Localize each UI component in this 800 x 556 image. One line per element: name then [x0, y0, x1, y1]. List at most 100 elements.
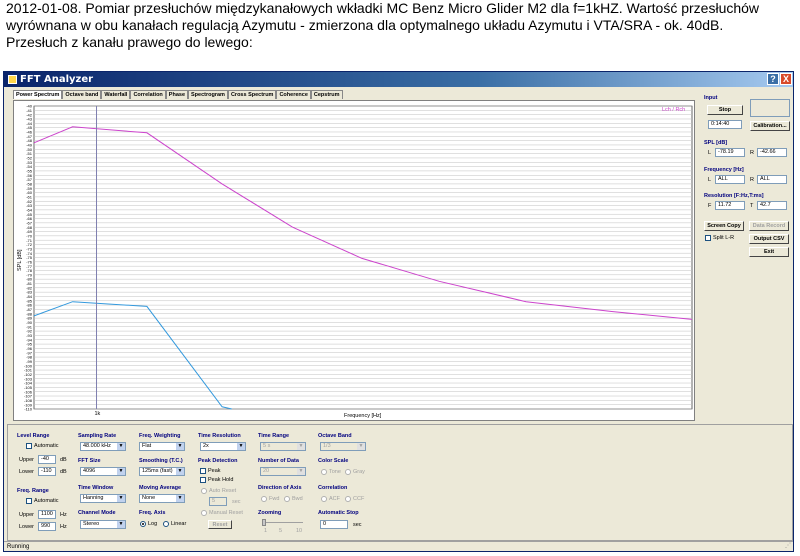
freq-r-label: R: [750, 177, 754, 183]
freq-axis-log-radio[interactable]: [140, 521, 146, 527]
data-record-button[interactable]: Data Record: [749, 221, 789, 231]
window-title: FFT Analyzer: [20, 74, 94, 85]
chevron-down-icon: ▼: [117, 443, 125, 450]
y-tick-label: -110: [24, 407, 32, 412]
correlation-header: Correlation: [318, 485, 348, 491]
tab-octave-band[interactable]: Octave band: [62, 90, 102, 99]
fft-size-value: 4096: [83, 468, 96, 474]
chevron-down-icon: ▼: [176, 495, 184, 502]
level-lower-input[interactable]: -110: [38, 467, 56, 476]
automatic-stop-unit: sec: [353, 522, 362, 528]
tab-correlation[interactable]: Correlation: [130, 90, 166, 99]
time-window-select[interactable]: Hanning ▼: [80, 494, 126, 503]
split-lr-checkbox[interactable]: [705, 235, 711, 241]
sampling-rate-select[interactable]: 48.000 kHz ▼: [80, 442, 126, 451]
title-bar[interactable]: FFT Analyzer: [4, 72, 793, 87]
app-icon: [8, 75, 17, 84]
tab-power-spectrum[interactable]: Power Spectrum: [13, 90, 63, 99]
auto-reset-input[interactable]: 5: [209, 497, 227, 506]
peak-hold-checkbox[interactable]: [200, 477, 206, 483]
input-indicator: [750, 99, 790, 117]
calibration-button[interactable]: Calibration...: [750, 121, 790, 131]
tab-coherence[interactable]: Coherence: [276, 90, 311, 99]
res-f-value: 11.72: [715, 201, 745, 210]
freq-upper-unit: Hz: [60, 512, 67, 518]
level-upper-input[interactable]: -40: [38, 455, 56, 464]
moving-average-value: None: [142, 495, 156, 501]
direction-bwd-label: Bwd: [292, 496, 303, 502]
time-resolution-select[interactable]: 2x ▼: [200, 442, 246, 451]
output-csv-button[interactable]: Output CSV: [749, 234, 789, 244]
channel-mode-select[interactable]: Stereo ▼: [80, 520, 126, 529]
peak-label: Peak: [208, 468, 221, 474]
plot-area[interactable]: -40 -41 -42 -43 -44 -45 -46 -47 -48 -49 -50 -51 -52-…: [13, 100, 695, 421]
tab-waterfall[interactable]: Waterfall: [101, 90, 131, 99]
chevron-down-icon: ▼: [176, 468, 184, 475]
freq-upper-input[interactable]: 1100: [38, 510, 56, 519]
tab-phase[interactable]: Phase: [165, 90, 189, 99]
correlation-acf-radio[interactable]: [321, 496, 327, 502]
automatic-stop-input[interactable]: 0: [320, 520, 348, 529]
time-resolution-header: Time Resolution: [198, 433, 241, 439]
screen-copy-button[interactable]: Screen Copy: [704, 221, 744, 231]
color-gray-radio[interactable]: [345, 469, 351, 475]
chevron-down-icon: ▼: [297, 468, 305, 475]
peak-checkbox[interactable]: [200, 468, 206, 474]
spl-r-label: R: [750, 150, 754, 156]
level-lower-unit: dB: [60, 469, 67, 475]
chevron-down-icon: ▼: [297, 443, 305, 450]
color-tone-radio[interactable]: [321, 469, 327, 475]
freq-axis-linear-radio[interactable]: [163, 521, 169, 527]
number-of-data-select[interactable]: 20 ▼: [260, 467, 306, 476]
auto-reset-label: Auto Reset: [209, 488, 237, 494]
frequency-header: Frequency [Hz]: [704, 167, 744, 173]
power-spectrum-chart[interactable]: -40-41-42-43-44-45-46-47-48-49-50-51-52-…: [14, 101, 694, 420]
close-button[interactable]: X: [780, 73, 792, 85]
zooming-slider-track[interactable]: [263, 522, 303, 523]
stop-button[interactable]: Stop: [707, 105, 743, 115]
channel-mode-header: Channel Mode: [78, 510, 116, 516]
time-range-header: Time Range: [258, 433, 290, 439]
time-range-select[interactable]: 5 s ▼: [260, 442, 306, 451]
direction-fwd-radio[interactable]: [261, 496, 267, 502]
freq-weighting-select[interactable]: Flat ▼: [139, 442, 185, 451]
level-lower-label: Lower: [19, 469, 34, 475]
resize-grip-icon[interactable]: ⋰: [785, 541, 791, 551]
tab-spectrogram[interactable]: Spectrogram: [188, 90, 228, 99]
fft-size-select[interactable]: 4096 ▼: [80, 467, 126, 476]
spl-l-label: L: [708, 150, 712, 156]
settings-panel: Level Range Automatic Upper -40 dB Lower…: [7, 424, 793, 541]
auto-reset-radio[interactable]: [201, 488, 207, 494]
time-resolution-value: 2x: [203, 443, 209, 449]
time-window-value: Hanning: [83, 495, 104, 501]
status-bar: Running ⋰: [4, 541, 793, 552]
freq-upper-label: Upper: [19, 512, 34, 518]
moving-average-select[interactable]: None ▼: [139, 494, 185, 503]
correlation-ccf-label: CCF: [353, 496, 365, 502]
sampling-rate-header: Sampling Rate: [78, 433, 117, 439]
level-upper-unit: dB: [60, 457, 67, 463]
manual-reset-radio[interactable]: [201, 510, 207, 516]
direction-bwd-radio[interactable]: [284, 496, 290, 502]
zooming-slider-handle[interactable]: [262, 519, 266, 526]
split-lr-label: Split L-R: [713, 235, 735, 241]
smoothing-value: 125ms (fast): [142, 468, 173, 474]
freq-automatic-checkbox[interactable]: [26, 498, 32, 504]
direction-header: Direction of Axis: [258, 485, 302, 491]
intro-line-2: wyrównana w obu kanałach regulacją Azymu…: [6, 17, 724, 33]
correlation-ccf-radio[interactable]: [345, 496, 351, 502]
color-tone-label: Tone: [329, 469, 341, 475]
level-automatic-checkbox[interactable]: [26, 443, 32, 449]
chevron-down-icon: ▼: [117, 521, 125, 528]
freq-lower-input[interactable]: 990: [38, 522, 56, 531]
tab-cepstrum[interactable]: Cepstrum: [310, 90, 343, 99]
smoothing-select[interactable]: 125ms (fast) ▼: [139, 467, 185, 476]
exit-button[interactable]: Exit: [749, 247, 789, 257]
chevron-down-icon: ▼: [237, 443, 245, 450]
tab-cross-spectrum[interactable]: Cross Spectrum: [227, 90, 277, 99]
help-button[interactable]: ?: [767, 73, 779, 85]
reset-button[interactable]: Reset: [208, 520, 232, 529]
octave-band-select[interactable]: 1/3 ▼: [320, 442, 366, 451]
chart-legend: Lch / Rch: [662, 107, 685, 113]
spl-r-value: -42.66: [757, 148, 787, 157]
